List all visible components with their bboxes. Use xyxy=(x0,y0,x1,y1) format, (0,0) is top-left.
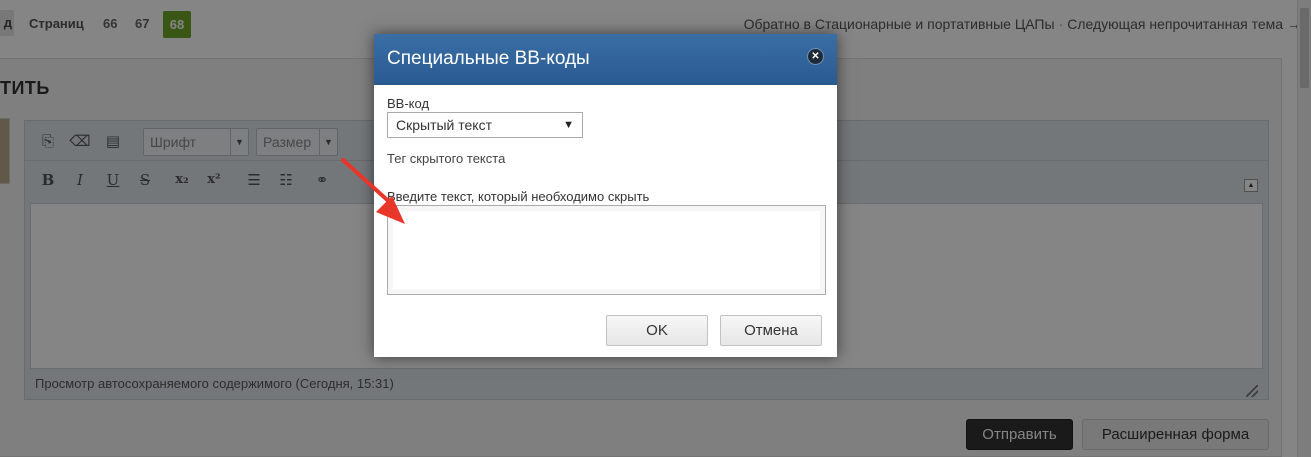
ok-button[interactable]: OK xyxy=(606,315,708,346)
bbcode-select[interactable]: Скрытый текст ▼ xyxy=(387,112,583,138)
bbcode-label: BB-код xyxy=(387,96,430,111)
bbcode-select-value: Скрытый текст xyxy=(396,117,493,133)
bbcode-description: Тег скрытого текста xyxy=(387,151,506,166)
cancel-button[interactable]: Отмена xyxy=(720,315,822,346)
bbcode-dialog: Специальные BB-коды ✕ BB-код Скрытый тек… xyxy=(374,34,837,357)
dialog-header: Специальные BB-коды ✕ xyxy=(374,34,837,85)
dialog-title: Специальные BB-коды xyxy=(387,48,590,69)
hidden-text-label: Введите текст, который необходимо скрыть xyxy=(387,189,650,204)
hidden-text-input[interactable] xyxy=(387,205,826,295)
close-icon[interactable]: ✕ xyxy=(808,49,823,64)
chevron-down-icon: ▼ xyxy=(563,119,574,131)
